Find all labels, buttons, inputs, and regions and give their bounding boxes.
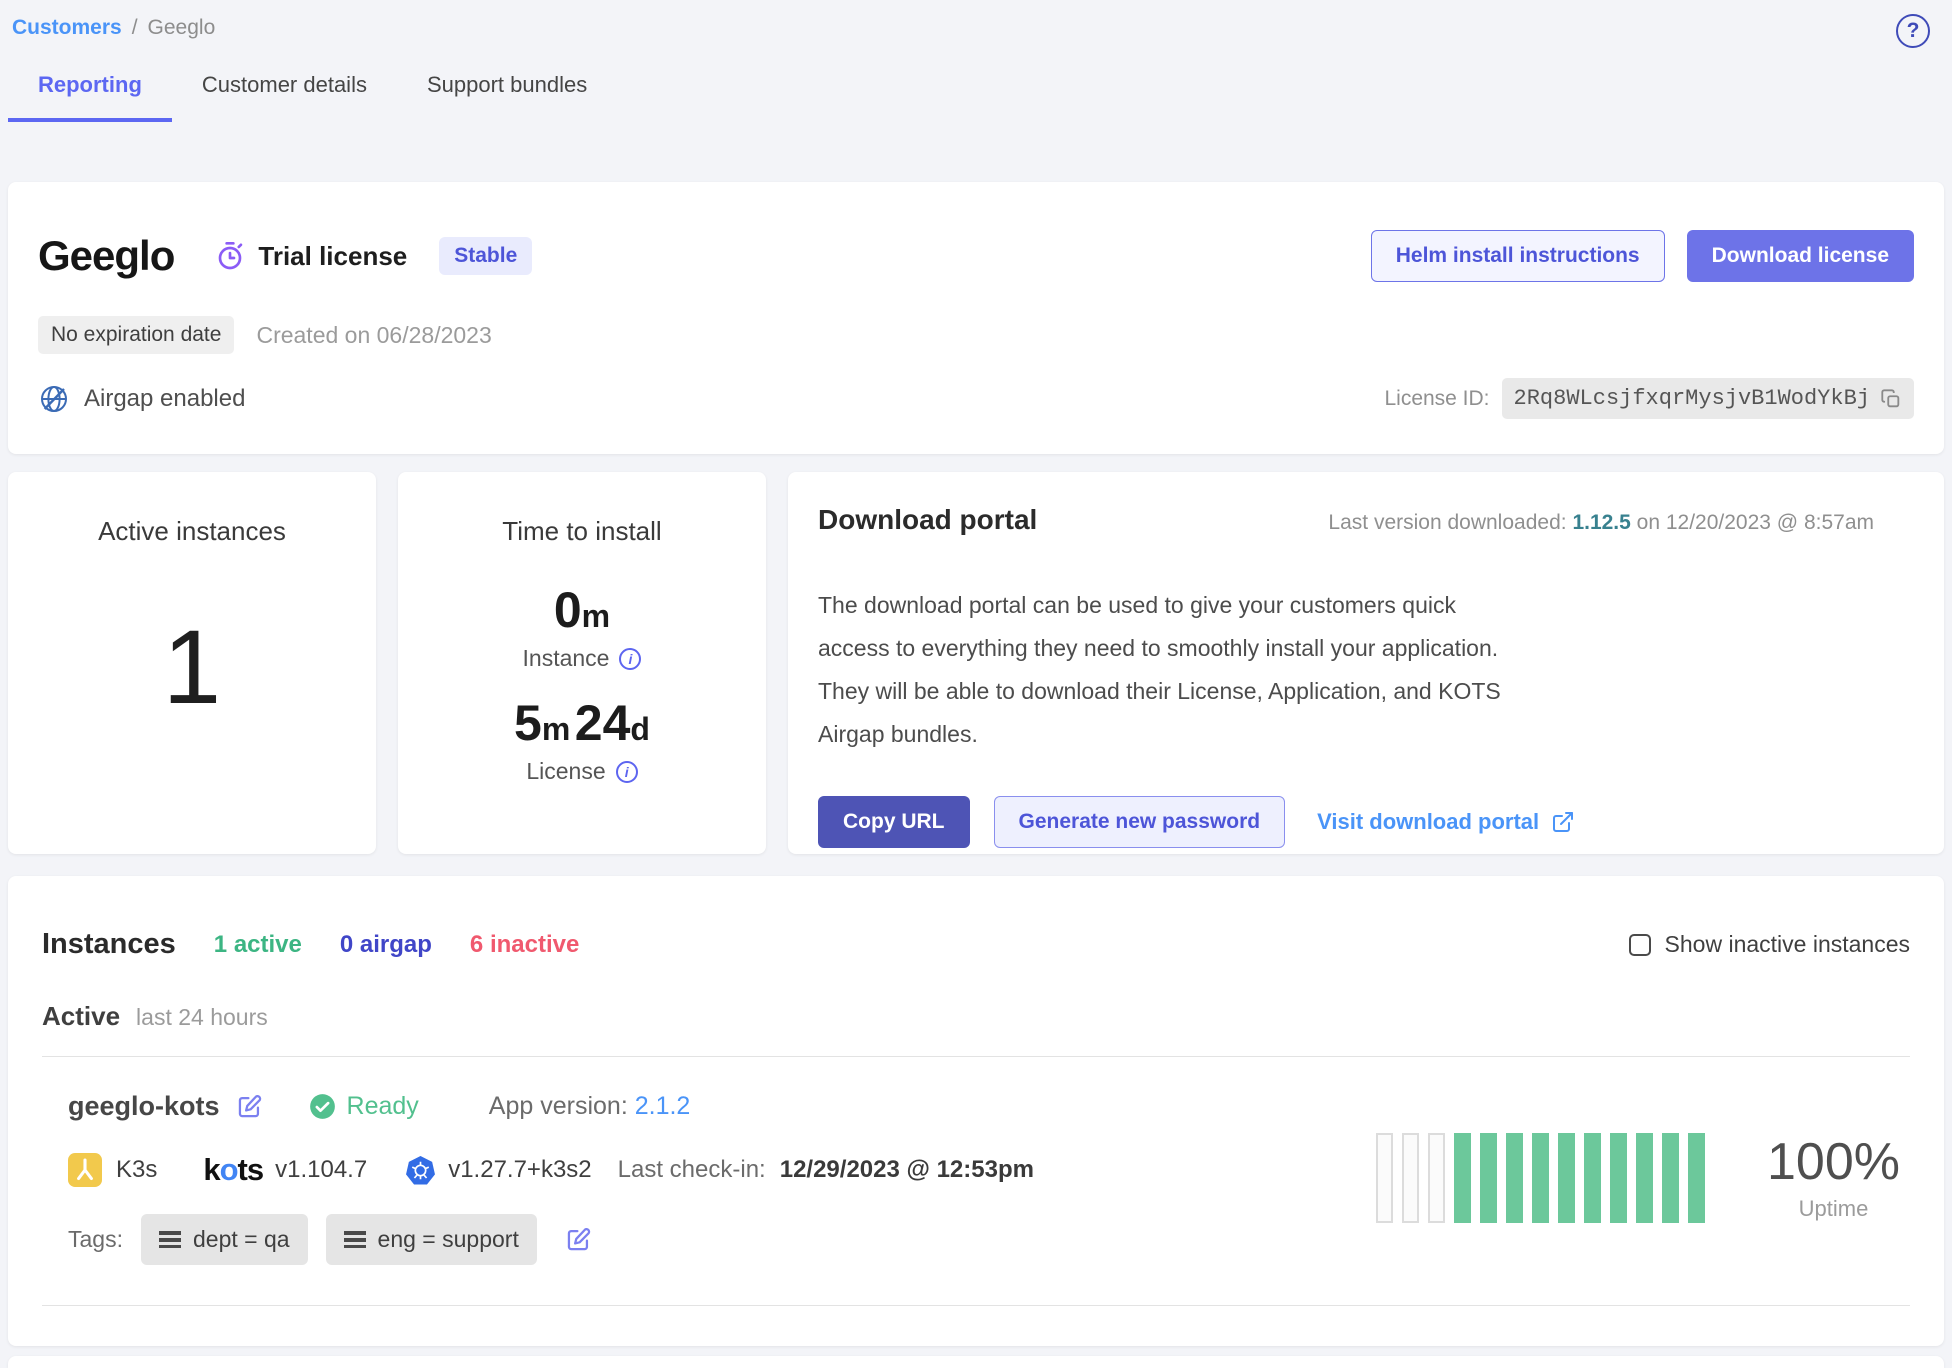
license-type-label: Trial license: [258, 241, 407, 272]
airgap-count[interactable]: 0 airgap: [340, 931, 432, 959]
customer-title: Geeglo: [38, 232, 174, 280]
k3s-icon: [68, 1153, 102, 1187]
active-count[interactable]: 1 active: [214, 931, 302, 959]
breadcrumb: Customers / Geeglo: [12, 16, 1944, 40]
divider: [42, 1056, 1910, 1057]
created-date-text: Created on 06/28/2023: [256, 322, 491, 349]
tab-customer-details[interactable]: Customer details: [172, 72, 397, 122]
last-version-downloaded: Last version downloaded: 1.12.5 on 12/20…: [1328, 511, 1874, 535]
airgap-label: Airgap enabled: [84, 385, 245, 413]
download-portal-title: Download portal: [818, 504, 1037, 536]
generate-new-password-button[interactable]: Generate new password: [994, 796, 1286, 848]
ready-check-icon: [309, 1093, 336, 1120]
tag-bars-icon: [159, 1231, 181, 1248]
channel-badge: Stable: [439, 237, 532, 275]
instance-time-info-icon[interactable]: i: [619, 648, 641, 670]
divider: [42, 1305, 1910, 1306]
copy-license-id-icon[interactable]: [1880, 388, 1902, 410]
tab-reporting[interactable]: Reporting: [8, 72, 172, 122]
instance-name: geeglo-kots: [68, 1091, 220, 1122]
uptime-bar: [1558, 1133, 1575, 1223]
instance-time-label: Instance: [523, 645, 610, 672]
ready-status-label: Ready: [347, 1092, 419, 1121]
uptime-bar: [1376, 1133, 1393, 1223]
active-instances-card: Active instances 1: [8, 472, 376, 854]
instance-status: Ready: [309, 1092, 419, 1121]
download-license-button[interactable]: Download license: [1687, 230, 1914, 282]
kots-logo: kots: [203, 1152, 263, 1188]
uptime-bar: [1610, 1133, 1627, 1223]
uptime-bars-chart: [1376, 1133, 1705, 1223]
distribution-label: K3s: [116, 1156, 157, 1184]
external-link-icon: [1551, 810, 1575, 834]
app-version-link[interactable]: 2.1.2: [635, 1092, 691, 1120]
active-instances-value: 1: [28, 615, 356, 720]
tag-badge: eng = support: [326, 1214, 537, 1265]
last-checkin-value: 12/29/2023 @ 12:53pm: [780, 1156, 1034, 1184]
uptime-bar: [1584, 1133, 1601, 1223]
expiration-badge: No expiration date: [38, 316, 234, 354]
show-inactive-label: Show inactive instances: [1665, 931, 1910, 958]
help-icon[interactable]: ?: [1896, 14, 1930, 48]
helm-install-instructions-button[interactable]: Helm install instructions: [1371, 230, 1665, 282]
uptime-bar: [1402, 1133, 1419, 1223]
app-version: App version: 2.1.2: [489, 1092, 691, 1121]
license-time-label: License: [526, 758, 605, 785]
edit-tags-icon[interactable]: [565, 1226, 592, 1253]
uptime-bar: [1532, 1133, 1549, 1223]
download-portal-card: Download portal Last version downloaded:…: [788, 472, 1944, 854]
uptime-bar: [1480, 1133, 1497, 1223]
next-card-top-edge: [8, 1356, 1944, 1368]
tag-badge: dept = qa: [141, 1214, 308, 1265]
kubernetes-icon: [405, 1155, 436, 1186]
active-group-label: Active: [42, 1001, 120, 1032]
instance-row: geeglo-kots Ready App version: 2.1.2: [42, 1091, 1910, 1265]
uptime-value: 100%: [1767, 1134, 1900, 1191]
tags-label: Tags:: [68, 1226, 123, 1253]
uptime-bar: [1688, 1133, 1705, 1223]
stats-row: Active instances 1 Time to install 0m In…: [8, 472, 1944, 854]
airgap-status: Airgap enabled: [38, 383, 245, 415]
license-id-value: 2Rq8WLcsjfxqrMysjvB1WodYkBj: [1514, 386, 1870, 411]
uptime-bar: [1428, 1133, 1445, 1223]
visit-download-portal-link[interactable]: Visit download portal: [1317, 809, 1575, 835]
breadcrumb-separator: /: [132, 16, 138, 40]
edit-instance-name-icon[interactable]: [236, 1093, 263, 1120]
breadcrumb-current: Geeglo: [148, 16, 216, 40]
last-checkin-label: Last check-in:: [618, 1156, 766, 1184]
last-version-link[interactable]: 1.12.5: [1572, 511, 1630, 534]
license-install-time: 5m 24d: [418, 698, 746, 748]
active-group-sublabel: last 24 hours: [136, 1004, 268, 1031]
uptime-bar: [1454, 1133, 1471, 1223]
inactive-count[interactable]: 6 inactive: [470, 931, 579, 959]
time-to-install-card: Time to install 0m Instance i 5m 24d Lic…: [398, 472, 766, 854]
tab-bar: Reporting Customer details Support bundl…: [8, 72, 1944, 122]
uptime-label: Uptime: [1767, 1196, 1900, 1222]
uptime-bar: [1636, 1133, 1653, 1223]
active-instances-title: Active instances: [28, 516, 356, 547]
trial-timer-icon: [214, 240, 246, 272]
show-inactive-checkbox[interactable]: [1629, 934, 1651, 956]
uptime-stat: 100% Uptime: [1767, 1134, 1900, 1221]
license-type: Trial license: [214, 240, 407, 272]
tab-support-bundles[interactable]: Support bundles: [397, 72, 617, 122]
kots-version: v1.104.7: [275, 1156, 367, 1184]
license-summary-card: Geeglo Trial license Stable Helm install…: [8, 182, 1944, 454]
instances-title: Instances: [42, 928, 176, 961]
instance-install-time: 0m: [418, 585, 746, 635]
breadcrumb-customers-link[interactable]: Customers: [12, 16, 122, 40]
k8s-version: v1.27.7+k3s2: [448, 1156, 591, 1184]
airgap-globe-icon: [38, 383, 70, 415]
license-id-row: License ID: 2Rq8WLcsjfxqrMysjvB1WodYkBj: [1384, 378, 1914, 419]
instances-card: Instances 1 active 0 airgap 6 inactive S…: [8, 876, 1944, 1346]
uptime-bar: [1662, 1133, 1679, 1223]
license-time-info-icon[interactable]: i: [616, 761, 638, 783]
tag-bars-icon: [344, 1231, 366, 1248]
download-portal-description: The download portal can be used to give …: [818, 584, 1528, 756]
copy-url-button[interactable]: Copy URL: [818, 796, 970, 848]
time-to-install-title: Time to install: [418, 516, 746, 547]
license-id-label: License ID:: [1384, 387, 1489, 411]
uptime-bar: [1506, 1133, 1523, 1223]
